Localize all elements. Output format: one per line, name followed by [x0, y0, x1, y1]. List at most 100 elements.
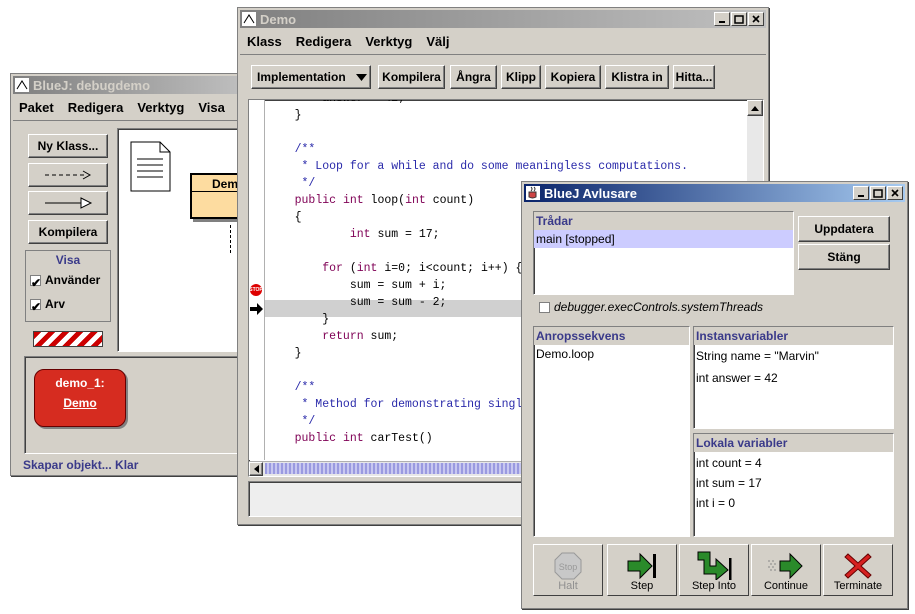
uses-label: Använder	[45, 273, 101, 287]
inherits-checkbox-row[interactable]: ✔ Arv	[30, 297, 110, 314]
inherits-checkbox[interactable]: ✔	[30, 299, 41, 314]
threads-panel: Trådar main [stopped]	[533, 211, 794, 295]
call-sequence-panel: Anropssekvens Demo.loop	[533, 326, 690, 537]
halt-button[interactable]: Stop Halt	[533, 544, 603, 596]
close-icon[interactable]	[887, 186, 903, 200]
system-threads-option[interactable]: debugger.execControls.systemThreads	[539, 300, 763, 314]
local-variables-header: Lokala variabler	[694, 434, 893, 452]
debugger-window-title: BlueJ Avlusare	[544, 185, 637, 201]
call-sequence-item[interactable]: Demo.loop	[534, 345, 689, 363]
uses-checkbox[interactable]: ✔	[30, 275, 41, 290]
object-bench: demo_1: Demo	[24, 356, 246, 454]
menu-redigera[interactable]: Redigera	[296, 34, 352, 49]
local-variable-item[interactable]: int i = 0	[694, 494, 893, 512]
call-sequence-header: Anropssekvens	[534, 327, 689, 345]
step-into-button[interactable]: Step Into	[679, 544, 749, 596]
java-cup-icon	[526, 186, 540, 200]
undo-button[interactable]: Ångra	[450, 65, 497, 89]
scroll-up-icon[interactable]	[747, 100, 763, 116]
main-titlebar[interactable]: BlueJ: debugdemo	[13, 76, 247, 94]
thread-item-main[interactable]: main [stopped]	[534, 230, 793, 248]
minimize-icon[interactable]	[714, 12, 730, 26]
debugger-window: BlueJ Avlusare Trådar main [stopped] Upp…	[521, 181, 908, 609]
minimize-icon[interactable]	[853, 186, 869, 200]
code-line[interactable]: * Loop for a while and do some meaningle…	[267, 158, 688, 175]
inherits-arrow-button[interactable]	[28, 191, 108, 215]
bluej-logo-icon	[242, 12, 256, 26]
class-diagram-area[interactable]: Demo	[117, 128, 264, 352]
dropdown-arrow-icon	[355, 73, 367, 81]
cut-button[interactable]: Klipp	[501, 65, 541, 89]
continue-arrow-icon	[768, 552, 803, 580]
maximize-icon[interactable]	[731, 12, 747, 26]
execution-pointer-arrow-icon	[250, 303, 263, 315]
system-threads-checkbox[interactable]	[539, 302, 550, 314]
object-type: Demo	[63, 396, 97, 410]
step-into-label: Step Into	[691, 580, 737, 592]
menu-visa[interactable]: Visa	[198, 100, 225, 115]
menu-redigera[interactable]: Redigera	[68, 100, 124, 115]
view-group: Visa ✔ Använder ✔ Arv	[25, 250, 111, 322]
editor-compile-button[interactable]: Kompilera	[378, 65, 445, 89]
code-line[interactable]	[267, 124, 688, 141]
terminate-x-icon	[844, 553, 872, 579]
inheritance-arrow-icon	[45, 197, 93, 209]
implementation-dropdown[interactable]: Implementation	[251, 65, 371, 89]
step-button[interactable]: Step	[607, 544, 677, 596]
main-status-bar: Skapar objekt... Klar	[23, 458, 139, 472]
terminate-button[interactable]: Terminate	[823, 544, 893, 596]
editor-window-title: Demo	[260, 11, 297, 27]
local-variable-item[interactable]: int count = 4	[694, 454, 893, 472]
new-class-button[interactable]: Ny Klass...	[28, 134, 108, 158]
editor-menubar: Klass Redigera Verktyg Välj	[247, 34, 449, 49]
menu-verktyg[interactable]: Verktyg	[365, 34, 412, 49]
main-compile-button[interactable]: Kompilera	[28, 220, 108, 244]
code-line[interactable]: }	[267, 107, 688, 124]
menu-verktyg[interactable]: Verktyg	[137, 100, 184, 115]
breakpoint-stop-icon[interactable]: STOP	[249, 284, 263, 296]
menu-klass[interactable]: Klass	[247, 34, 282, 49]
step-arrow-icon	[627, 552, 656, 580]
find-button[interactable]: Hitta...	[673, 65, 715, 89]
main-menubar: Paket Redigera Verktyg Visa	[19, 100, 225, 115]
editor-titlebar[interactable]: Demo	[240, 10, 766, 28]
close-debugger-button[interactable]: Stäng	[798, 244, 890, 270]
stop-sign-icon: Stop	[554, 552, 582, 580]
menu-valj[interactable]: Välj	[426, 34, 449, 49]
view-group-title: Visa	[55, 253, 81, 267]
instance-variable-item[interactable]: String name = "Marvin"	[694, 347, 893, 365]
svg-text:Stop: Stop	[559, 562, 578, 572]
line-gutter[interactable]	[249, 100, 265, 460]
local-variables-panel: Lokala variabler int count = 4 int sum =…	[693, 433, 894, 537]
debugger-titlebar[interactable]: BlueJ Avlusare	[524, 184, 905, 202]
instance-variable-item[interactable]: int answer = 42	[694, 369, 893, 387]
close-icon[interactable]	[748, 12, 764, 26]
implementation-label: Implementation	[257, 70, 346, 84]
system-threads-label: debugger.execControls.systemThreads	[554, 300, 763, 314]
maximize-icon[interactable]	[870, 186, 886, 200]
menu-paket[interactable]: Paket	[19, 100, 54, 115]
halt-label: Halt	[558, 580, 578, 592]
object-name: demo_1:	[55, 376, 105, 390]
continue-button[interactable]: Continue	[751, 544, 821, 596]
execution-controls: Stop Halt Step Step Into Continue Termin…	[533, 544, 895, 598]
dashed-arrow-icon	[45, 170, 92, 180]
update-button[interactable]: Uppdatera	[798, 216, 890, 242]
step-label: Step	[630, 580, 654, 592]
code-line[interactable]: /**	[267, 141, 688, 158]
inherits-label: Arv	[45, 297, 66, 311]
code-line[interactable]: answer = 42;	[267, 100, 688, 107]
uses-arrow-button[interactable]	[28, 163, 108, 187]
object-demo-1[interactable]: demo_1: Demo	[34, 369, 126, 427]
step-into-arrow-icon	[697, 551, 732, 580]
instance-variables-panel: Instansvariabler String name = "Marvin" …	[693, 326, 894, 429]
uses-checkbox-row[interactable]: ✔ Använder	[30, 273, 110, 290]
bluej-main-window: BlueJ: debugdemo Paket Redigera Verktyg …	[10, 73, 264, 476]
paste-button[interactable]: Klistra in	[605, 65, 669, 89]
local-variable-item[interactable]: int sum = 17	[694, 474, 893, 492]
copy-button[interactable]: Kopiera	[545, 65, 601, 89]
readme-document-icon[interactable]	[130, 141, 172, 193]
scroll-left-icon[interactable]	[249, 462, 263, 476]
breakpoint-label: STOP	[249, 287, 263, 293]
threads-header: Trådar	[534, 212, 793, 230]
